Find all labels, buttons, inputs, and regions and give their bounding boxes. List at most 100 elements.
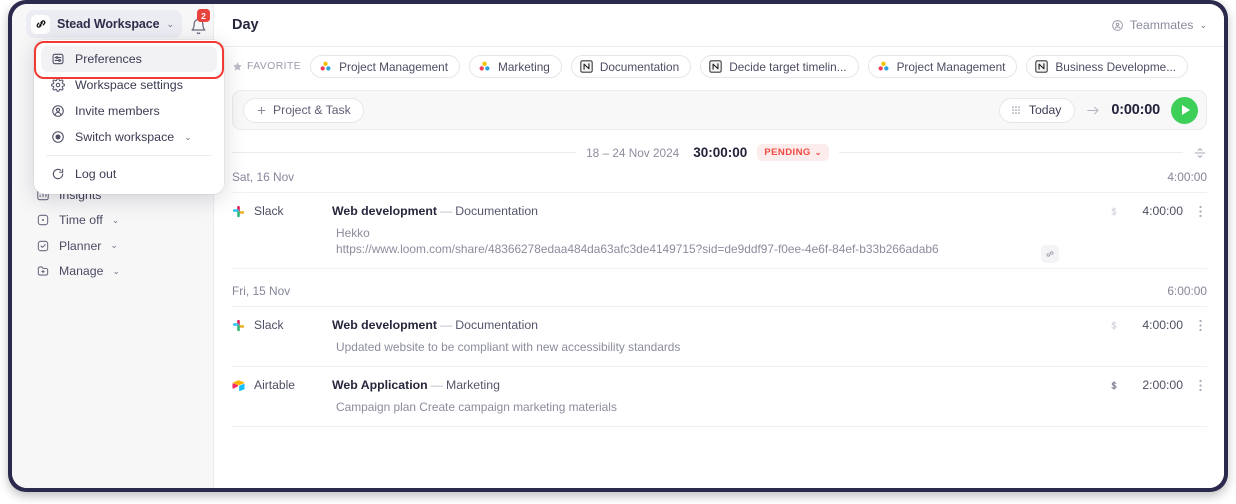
time-entry-row[interactable]: Slack Web development — Documentation Hekk… — [232, 193, 1207, 270]
asana-icon — [319, 60, 332, 73]
favorites-label-text: FAVORITE — [247, 61, 302, 72]
date-picker-label: Today — [1028, 103, 1062, 117]
timer-elapsed: 0:00:00 — [1111, 102, 1160, 118]
divider-right — [838, 152, 1183, 153]
app-window: Stead Workspace ⌄ 2 Insights Time off ⌄ … — [12, 4, 1224, 488]
menu-item-preferences[interactable]: Preferences — [41, 46, 217, 72]
sliders-icon — [50, 52, 65, 67]
start-timer-button[interactable] — [1171, 96, 1198, 124]
favorite-chip[interactable]: Marketing — [469, 55, 562, 78]
entry-billable-toggle[interactable] — [1109, 319, 1117, 332]
sidebar-item-time-off[interactable]: Time off ⌄ — [12, 208, 214, 234]
sidebar-item-label: Planner — [59, 238, 102, 253]
grid-dots-icon — [1010, 104, 1022, 116]
menu-item-label: Preferences — [75, 52, 142, 66]
workspace-name: Stead Workspace — [57, 17, 160, 31]
entry-project: Web development — [332, 318, 437, 333]
menu-item-label: Log out — [75, 167, 117, 181]
sidebar: Stead Workspace ⌄ 2 Insights Time off ⌄ … — [12, 4, 224, 488]
timer-controls: dollar-icon Today — [988, 96, 1200, 124]
logout-icon — [50, 167, 65, 182]
entry-title: Web development — Documentation — [332, 318, 1109, 332]
sidebar-item-planner[interactable]: Planner ⌄ — [12, 233, 214, 259]
top-bar: Day Teammates ⌄ — [214, 4, 1224, 47]
airtable-icon — [232, 379, 245, 392]
entry-right: 4:00:00 — [1109, 203, 1207, 218]
favorite-chip[interactable]: Business Developme... — [1026, 55, 1189, 78]
link-icon[interactable] — [1041, 245, 1059, 263]
time-entries-list: Sat, 16 Nov 4:00:00 Slack Web developmen… — [214, 161, 1224, 428]
favorite-chip-label: Documentation — [599, 59, 680, 74]
entry-billable-toggle[interactable] — [1109, 379, 1117, 392]
menu-item-workspace-settings[interactable]: Workspace settings — [41, 72, 217, 98]
workspace-switcher-button[interactable]: Stead Workspace ⌄ — [26, 10, 183, 38]
sidebar-item-manage[interactable]: Manage ⌄ — [12, 259, 214, 285]
page-title: Day — [232, 17, 259, 33]
date-picker-button[interactable]: Today — [998, 97, 1076, 123]
notion-icon — [580, 60, 593, 73]
planner-icon — [36, 239, 50, 253]
more-vertical-icon[interactable] — [1199, 205, 1207, 218]
favorite-chip[interactable]: Documentation — [570, 55, 692, 78]
time-entry-row[interactable]: Airtable Web Application — Marketing Campa… — [232, 367, 1207, 428]
time-entry-row[interactable]: Slack Web development — Documentation Upda… — [232, 307, 1207, 368]
teammates-selector[interactable]: Teammates ⌄ — [1111, 18, 1207, 32]
entry-app-label: Slack — [254, 204, 284, 218]
workspace-dropdown-menu: Preferences Workspace settings Invite me… — [34, 40, 224, 194]
entry-note-line-1: Hekko — [336, 226, 370, 240]
favorite-chip[interactable]: Project Management — [310, 55, 461, 78]
sidebar-item-label: Manage — [59, 264, 104, 279]
entry-title: Web development — Documentation — [332, 204, 1109, 218]
user-add-icon — [50, 104, 65, 119]
entry-note[interactable]: Hekko https://www.loom.com/share/4836627… — [332, 225, 1109, 257]
arrow-right-icon — [1086, 105, 1100, 116]
divider-left — [232, 152, 577, 153]
favorite-chip[interactable]: Decide target timelin... — [700, 55, 859, 78]
more-vertical-icon[interactable] — [1199, 319, 1207, 332]
slack-icon — [232, 319, 245, 332]
chevron-down-icon: ⌄ — [184, 131, 192, 142]
entry-billable-toggle[interactable] — [1109, 205, 1117, 218]
chevron-down-icon: ⌄ — [814, 148, 822, 157]
entry-note-line-1: Campaign plan Create campaign marketing … — [336, 400, 617, 415]
notifications-button[interactable]: 2 — [188, 9, 210, 36]
teammates-label: Teammates — [1129, 18, 1194, 32]
chevron-down-icon: ⌄ — [166, 18, 175, 29]
favorite-chip-label: Decide target timelin... — [729, 59, 847, 74]
day-date: Fri, 15 Nov — [232, 283, 291, 298]
entry-body: Web Application — Marketing Campaign plan … — [332, 377, 1109, 415]
entry-duration: 4:00:00 — [1142, 204, 1183, 218]
notion-icon — [709, 60, 722, 73]
app-window-frame: Stead Workspace ⌄ 2 Insights Time off ⌄ … — [8, 0, 1228, 492]
menu-item-label: Workspace settings — [75, 78, 183, 92]
more-vertical-icon[interactable] — [1199, 379, 1207, 392]
day-header: Fri, 15 Nov 6:00:00 — [232, 275, 1207, 308]
favorite-chip[interactable]: Project Management — [867, 55, 1018, 78]
entry-project: Web development — [332, 204, 437, 218]
asana-icon — [478, 60, 491, 73]
asana-icon — [877, 60, 890, 73]
entry-app-label: Airtable — [254, 378, 296, 393]
menu-item-log-out[interactable]: Log out — [41, 161, 217, 187]
day-date: Sat, 16 Nov — [232, 169, 295, 184]
add-project-task-button[interactable]: Project & Task — [243, 97, 364, 123]
add-project-task-label: Project & Task — [273, 103, 351, 117]
sidebar-item-label: Time off — [59, 213, 103, 228]
entry-project: Web Application — [332, 378, 428, 393]
entry-dash: — — [440, 318, 453, 333]
entry-app: Slack — [232, 203, 332, 218]
entry-task: Documentation — [455, 318, 539, 333]
entry-task: Documentation — [455, 204, 539, 218]
entry-body: Web development — Documentation Hekko http… — [332, 203, 1109, 257]
collapse-icon[interactable] — [1193, 146, 1207, 160]
user-circle-icon — [1111, 19, 1124, 32]
entry-note[interactable]: Campaign plan Create campaign marketing … — [332, 399, 1109, 415]
status-badge[interactable]: PENDING ⌄ — [757, 144, 829, 161]
entry-app: Airtable — [232, 377, 332, 392]
menu-item-invite-members[interactable]: Invite members — [41, 98, 217, 124]
slack-icon — [232, 205, 245, 218]
menu-item-switch-workspace[interactable]: Switch workspace ⌄ — [41, 124, 217, 150]
gear-icon — [50, 78, 65, 93]
entry-note[interactable]: Updated website to be compliant with new… — [332, 339, 1109, 355]
notification-badge: 2 — [197, 9, 210, 22]
